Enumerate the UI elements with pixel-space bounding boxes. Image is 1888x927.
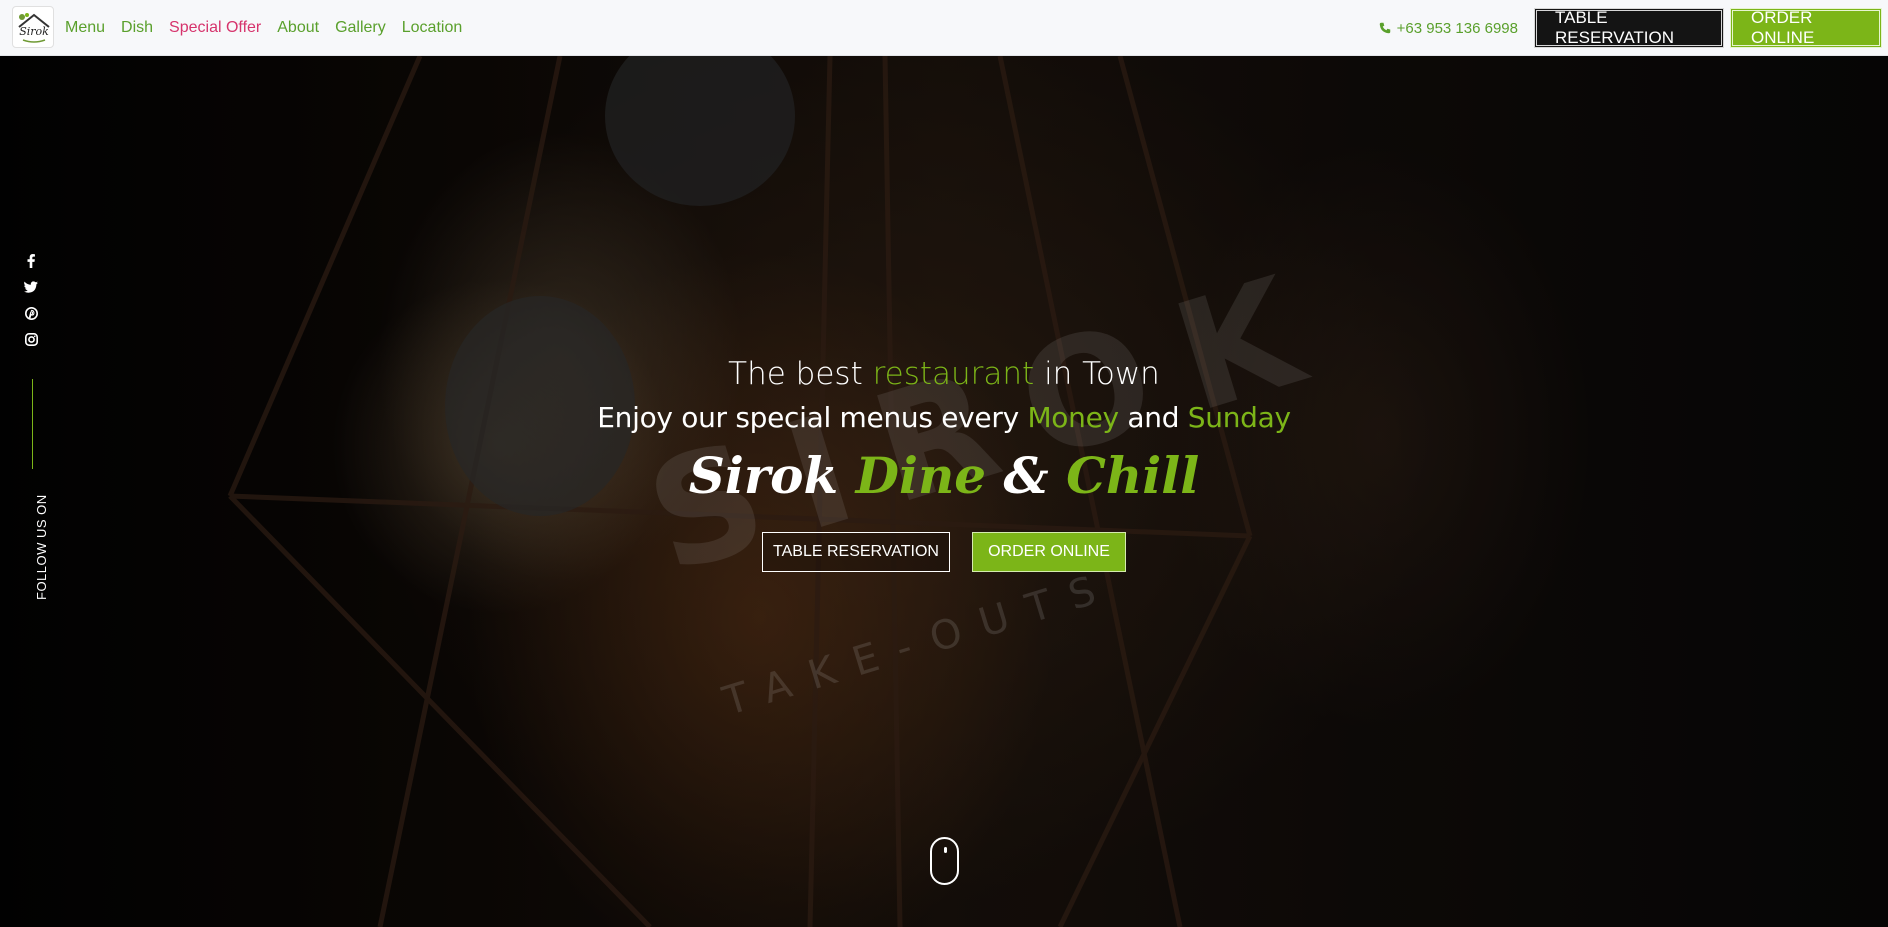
social-links [22,253,40,347]
hero-section: SIROK TAKE-OUTS The best restaurant in T… [0,56,1888,927]
logo-text: Sirok [19,25,49,38]
nav-actions: +63 953 136 6998 TABLE RESERVATION ORDER… [1379,0,1882,56]
nav-link-location[interactable]: Location [402,19,463,37]
order-online-button[interactable]: ORDER ONLINE [1730,8,1882,48]
follow-divider-line [32,379,33,469]
phone-number: +63 953 136 6998 [1396,19,1518,37]
nav-link-dish[interactable]: Dish [121,19,153,37]
follow-us-label: FOLLOW US ON [34,494,49,600]
instagram-icon[interactable] [23,331,39,347]
nav-link-special-offer[interactable]: Special Offer [169,19,261,37]
table-reservation-button[interactable]: TABLE RESERVATION [1534,8,1724,48]
scroll-down-mouse-icon[interactable] [930,837,959,885]
nav-link-menu[interactable]: Menu [65,19,105,37]
hero-content: The best restaurant in Town Enjoy our sp… [0,352,1888,572]
hero-subheadline: Enjoy our special menus every Money and … [597,401,1291,434]
top-navbar: Sirok Menu Dish Special Offer About Gallery L… [0,0,1888,56]
nav-link-gallery[interactable]: Gallery [335,19,386,37]
hero-table-reservation-button[interactable]: TABLE RESERVATION [762,532,950,572]
phone-link[interactable]: +63 953 136 6998 [1379,20,1518,37]
phone-icon [1379,22,1390,34]
main-nav: Menu Dish Special Offer About Gallery Locatio… [65,0,462,56]
hero-order-online-button[interactable]: ORDER ONLINE [972,532,1126,572]
hero-brand-title: Sirok Dine & Chill [688,446,1200,505]
facebook-icon[interactable] [23,253,39,269]
mouse-wheel [944,847,947,853]
hero-headline: The best restaurant in Town [728,356,1160,392]
brand-logo[interactable]: Sirok [12,6,54,48]
twitter-icon[interactable] [23,279,39,295]
pinterest-icon[interactable] [23,305,39,321]
hero-buttons: TABLE RESERVATION ORDER ONLINE [0,532,1888,572]
nav-link-about[interactable]: About [277,19,319,37]
